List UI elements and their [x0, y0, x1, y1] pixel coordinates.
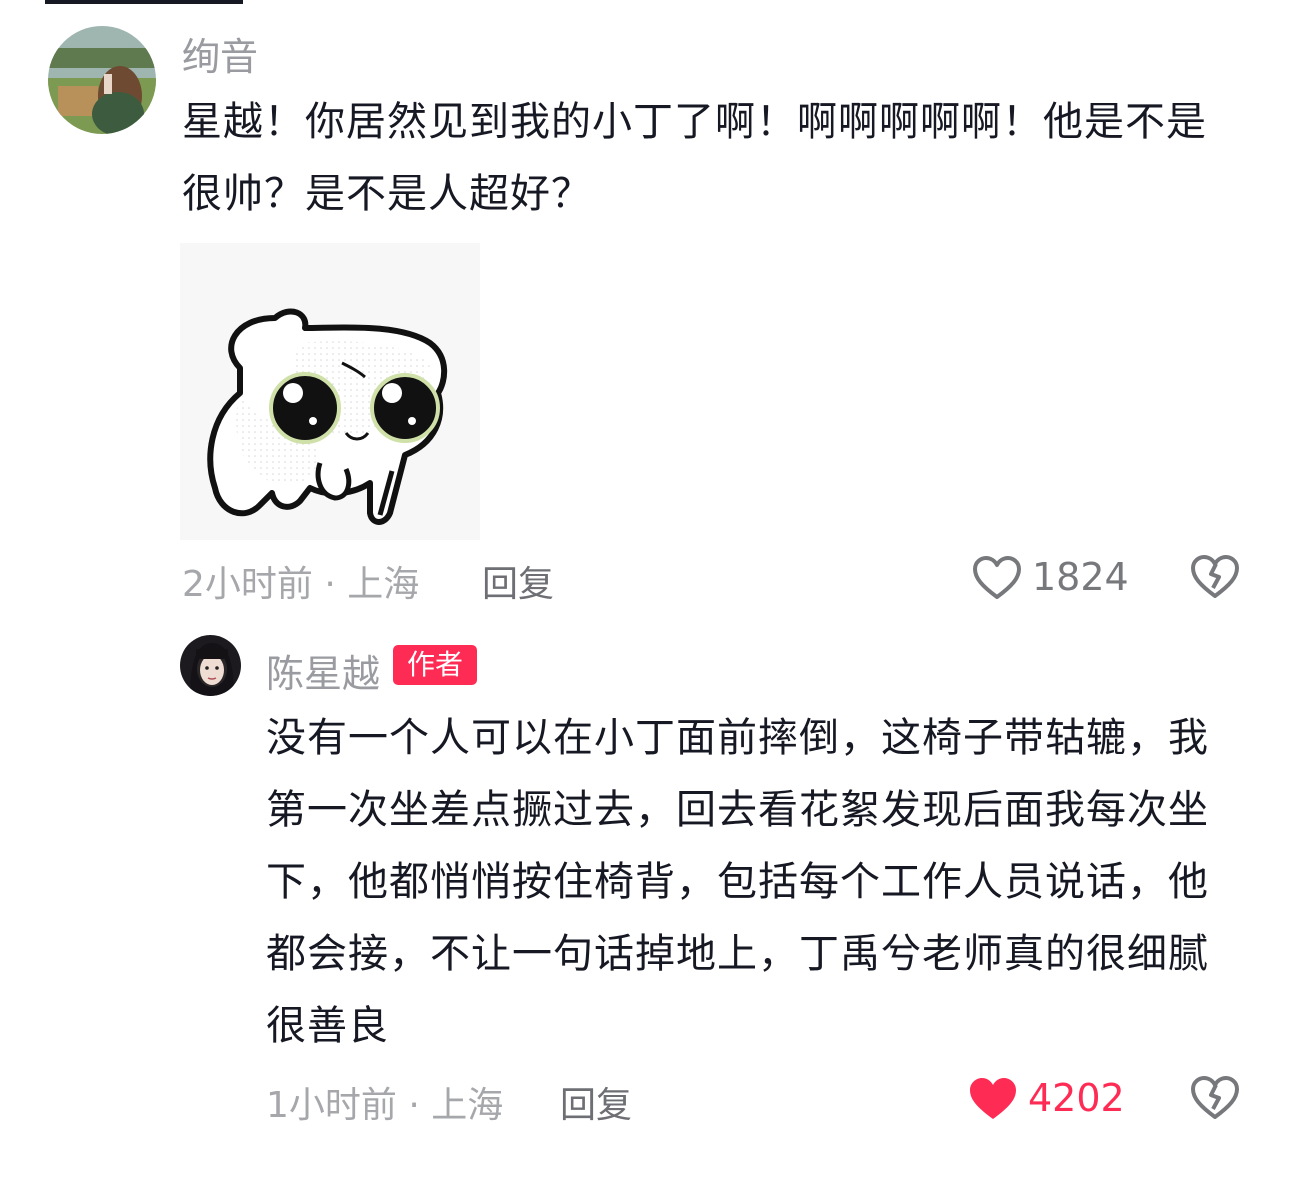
broken-heart-icon [1191, 1076, 1239, 1119]
cat-sticker [207, 308, 448, 525]
username[interactable]: 陈星越 [266, 643, 380, 698]
comment-text: 没有一个人可以在小丁面前摔倒，这椅子带轱辘，我第一次坐差点撅过去，回去看花絮发现… [266, 715, 1209, 1049]
avatar[interactable] [180, 635, 241, 696]
author-badge: 作者 [393, 645, 477, 685]
username[interactable]: 绚音 [182, 26, 258, 81]
sticker-image[interactable] [180, 243, 480, 540]
avatar-photo [48, 26, 156, 134]
reply-button[interactable]: 回复 [482, 555, 554, 607]
dislike-button[interactable] [1190, 1075, 1240, 1125]
comment-text: 星越！你居然见到我的小丁了啊！啊啊啊啊啊！他是不是很帅？是不是人超好？ [182, 99, 1207, 217]
like-count: 1824 [1032, 555, 1129, 599]
reply-item: 陈星越 作者 没有一个人可以在小丁面前摔倒，这椅子带轱辘，我第一次坐差点撅过去，… [0, 625, 1290, 1179]
comment-meta: 1小时前 · 上海 [266, 1085, 504, 1126]
dislike-button[interactable] [1190, 554, 1240, 604]
like-count: 4202 [1028, 1076, 1125, 1120]
reply-button[interactable]: 回复 [560, 1076, 632, 1128]
comment-meta: 2小时前 · 上海 [182, 564, 420, 605]
comment-item: 绚音 星越！你居然见到我的小丁了啊！啊啊啊啊啊！他是不是很帅？是不是人超好？ 2… [0, 0, 1290, 620]
heart-outline-icon [973, 556, 1021, 599]
heart-filled-icon [970, 1078, 1016, 1119]
broken-heart-icon [1191, 555, 1239, 598]
avatar[interactable] [48, 26, 156, 134]
avatar-photo [180, 635, 241, 696]
